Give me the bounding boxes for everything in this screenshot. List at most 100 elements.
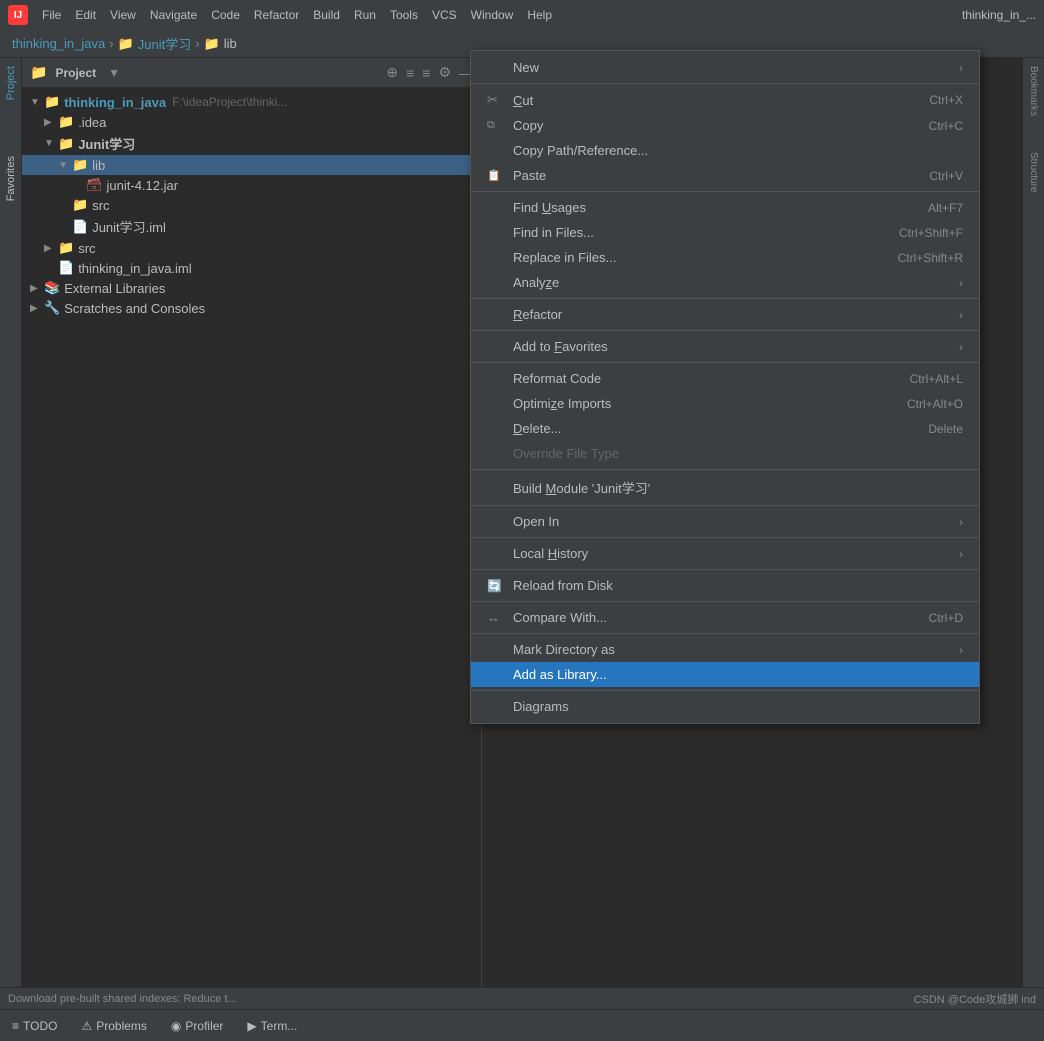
todo-icon: ≡ xyxy=(12,1019,19,1033)
cm-find-usages-shortcut: Alt+F7 xyxy=(928,201,963,215)
cm-delete[interactable]: Delete... Delete xyxy=(471,416,979,441)
tree-item-junit[interactable]: ▼ 📁 Junit学习 xyxy=(22,132,481,155)
cm-add-library-label: Add as Library... xyxy=(513,667,607,682)
cm-divider-10 xyxy=(471,601,979,602)
cm-new-label: New xyxy=(513,60,539,75)
project-collapse-icon[interactable]: ≡ xyxy=(406,65,414,81)
cm-paste-icon: 📋 xyxy=(487,169,507,182)
cm-find-usages[interactable]: Find Usages Alt+F7 xyxy=(471,195,979,220)
menu-help[interactable]: Help xyxy=(521,6,558,24)
bottom-tab-profiler[interactable]: ◉ Profiler xyxy=(167,1017,228,1035)
right-sidebar-tabs: Bookmarks Structure xyxy=(1022,58,1044,1009)
tree-item-root[interactable]: ▼ 📁 thinking_in_java F:\ideaProject\thin… xyxy=(22,92,481,112)
cm-optimize[interactable]: Optimize Imports Ctrl+Alt+O xyxy=(471,391,979,416)
menu-window[interactable]: Window xyxy=(465,6,520,24)
cm-open-in[interactable]: Open In › xyxy=(471,509,979,534)
cm-local-history[interactable]: Local History › xyxy=(471,541,979,566)
right-tab-bookmarks[interactable]: Bookmarks xyxy=(1024,58,1043,124)
tree-item-scratches[interactable]: ▶ 🔧 Scratches and Consoles xyxy=(22,298,481,318)
menu-tools[interactable]: Tools xyxy=(384,6,424,24)
right-tab-structure[interactable]: Structure xyxy=(1024,144,1043,201)
arrow-ext: ▶ xyxy=(30,283,44,294)
project-dropdown-icon[interactable]: ▼ xyxy=(108,66,120,80)
breadcrumb-item-1[interactable]: thinking_in_java xyxy=(12,36,105,51)
terminal-label: Term... xyxy=(261,1019,298,1033)
cm-analyze[interactable]: Analyze › xyxy=(471,270,979,295)
cm-copy-icon: ⧉ xyxy=(487,119,507,132)
sidebar-tab-favorites[interactable]: Favorites xyxy=(1,148,21,209)
menu-run[interactable]: Run xyxy=(348,6,382,24)
cm-replace-files[interactable]: Replace in Files... Ctrl+Shift+R xyxy=(471,245,979,270)
arrow-scratches: ▶ xyxy=(30,303,44,314)
breadcrumb-item-3[interactable]: lib xyxy=(224,36,237,51)
cm-build-module[interactable]: Build Module 'Junit学习' xyxy=(471,473,979,502)
cm-find-files[interactable]: Find in Files... Ctrl+Shift+F xyxy=(471,220,979,245)
menu-navigate[interactable]: Navigate xyxy=(144,6,203,24)
menu-vcs[interactable]: VCS xyxy=(426,6,463,24)
cm-refactor[interactable]: Refactor › xyxy=(471,302,979,327)
cm-copy[interactable]: ⧉ Copy Ctrl+C xyxy=(471,113,979,138)
project-settings-icon[interactable]: ⚙ xyxy=(438,64,451,81)
cm-diagrams[interactable]: Diagrams xyxy=(471,694,979,719)
cm-paste[interactable]: 📋 Paste Ctrl+V xyxy=(471,163,979,188)
profiler-label: Profiler xyxy=(185,1019,223,1033)
cm-open-in-arrow: › xyxy=(959,515,963,529)
cm-override-label: Override File Type xyxy=(513,446,619,461)
cm-reformat-label: Reformat Code xyxy=(513,371,601,386)
menu-edit[interactable]: Edit xyxy=(69,6,102,24)
cm-reformat[interactable]: Reformat Code Ctrl+Alt+L xyxy=(471,366,979,391)
menu-code[interactable]: Code xyxy=(205,6,246,24)
project-locate-icon[interactable]: ⊕ xyxy=(386,64,398,81)
titlebar: IJ File Edit View Navigate Code Refactor… xyxy=(0,0,1044,30)
tree-item-idea[interactable]: ▶ 📁 .idea xyxy=(22,112,481,132)
tree-item-src1[interactable]: 📁 src xyxy=(22,195,481,215)
tree-item-path: F:\ideaProject\thinki... xyxy=(172,95,287,109)
status-right: CSDN @Code攻城狮 ind xyxy=(914,991,1036,1007)
project-expand-icon[interactable]: ≡ xyxy=(422,65,430,81)
menu-refactor[interactable]: Refactor xyxy=(248,6,305,24)
cm-optimize-shortcut: Ctrl+Alt+O xyxy=(907,397,963,411)
menu-build[interactable]: Build xyxy=(307,6,346,24)
cm-add-library[interactable]: Add as Library... xyxy=(471,662,979,687)
cm-divider-4 xyxy=(471,330,979,331)
cm-reload[interactable]: 🔄 Reload from Disk xyxy=(471,573,979,598)
file-tree: ▼ 📁 thinking_in_java F:\ideaProject\thin… xyxy=(22,88,481,1009)
bottom-tab-terminal[interactable]: ▶ Term... xyxy=(243,1017,301,1035)
cm-divider-5 xyxy=(471,362,979,363)
tree-item-iml2[interactable]: 📄 thinking_in_java.iml xyxy=(22,258,481,278)
cm-cut[interactable]: ✂ Cut Ctrl+X xyxy=(471,87,979,113)
breadcrumb-sep-2: › xyxy=(195,36,199,51)
cm-compare-with[interactable]: ↔ Compare With... Ctrl+D xyxy=(471,605,979,630)
menubar: File Edit View Navigate Code Refactor Bu… xyxy=(36,6,962,24)
tree-item-ext-libs[interactable]: ▶ 📚 External Libraries xyxy=(22,278,481,298)
tree-item-iml1[interactable]: 📄 Junit学习.iml xyxy=(22,215,481,238)
sidebar-tab-project[interactable]: Project xyxy=(1,58,21,108)
bottom-tab-problems[interactable]: ⚠ Problems xyxy=(77,1017,150,1035)
cm-add-favorites-arrow: › xyxy=(959,340,963,354)
cm-new[interactable]: New › xyxy=(471,55,979,80)
cm-copy-path[interactable]: Copy Path/Reference... xyxy=(471,138,979,163)
bottom-tab-todo[interactable]: ≡ TODO xyxy=(8,1017,61,1035)
cm-divider-11 xyxy=(471,633,979,634)
problems-label: Problems xyxy=(96,1019,147,1033)
bottom-bar: ≡ TODO ⚠ Problems ◉ Profiler ▶ Term... xyxy=(0,1009,1044,1041)
cm-diagrams-label: Diagrams xyxy=(513,699,569,714)
todo-label: TODO xyxy=(23,1019,57,1033)
menu-file[interactable]: File xyxy=(36,6,67,24)
cm-reformat-shortcut: Ctrl+Alt+L xyxy=(910,372,963,386)
menu-view[interactable]: View xyxy=(104,6,142,24)
cm-refactor-label: Refactor xyxy=(513,307,562,322)
cm-mark-dir[interactable]: Mark Directory as › xyxy=(471,637,979,662)
cm-add-favorites[interactable]: Add to Favorites › xyxy=(471,334,979,359)
tree-item-name-scratches: Scratches and Consoles xyxy=(64,301,205,316)
tree-item-src2[interactable]: ▶ 📁 src xyxy=(22,238,481,258)
cm-divider-6 xyxy=(471,469,979,470)
tree-item-lib[interactable]: ▼ 📁 lib xyxy=(22,155,481,175)
breadcrumb-folder-icon: 📁 xyxy=(118,36,134,52)
breadcrumb-item-2[interactable]: Junit学习 xyxy=(138,34,191,53)
cm-divider-3 xyxy=(471,298,979,299)
cm-compare-label: Compare With... xyxy=(513,610,607,625)
cm-local-history-arrow: › xyxy=(959,547,963,561)
tree-item-jar[interactable]: 🗃 junit-4.12.jar xyxy=(22,175,481,195)
tree-item-name-src2: src xyxy=(78,241,95,256)
